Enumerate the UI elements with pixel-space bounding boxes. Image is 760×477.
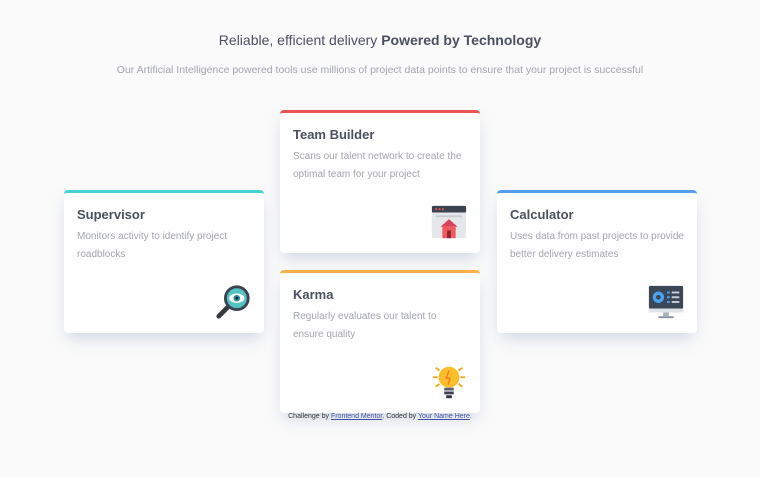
card-text: Regularly evaluates our talent to ensure… — [293, 311, 437, 340]
author-link[interactable]: Your Name Here — [418, 413, 470, 420]
magnifier-eye-icon — [216, 285, 250, 319]
card-title: Team Builder — [293, 127, 375, 142]
page-header: Reliable, efficient delivery Powered by … — [0, 32, 760, 76]
page-title-bold: Powered by Technology — [381, 32, 542, 48]
card-calculator: Calculator Uses data from past projects … — [497, 190, 697, 333]
lightbulb-icon — [432, 366, 466, 399]
card-text: Scans our talent network to create the o… — [293, 151, 462, 180]
attribution-middle: . Coded by — [382, 413, 417, 420]
card-text: Uses data from past projects to provide … — [510, 231, 684, 260]
card-title: Supervisor — [77, 207, 145, 222]
card-text: Monitors activity to identify project ro… — [77, 231, 228, 260]
card-karma: Karma Regularly evaluates our talent to … — [280, 270, 480, 413]
attribution-suffix: . — [469, 413, 472, 420]
page-title-light: Reliable, efficient delivery — [218, 32, 378, 48]
card-supervisor: Supervisor Monitors activity to identify… — [64, 190, 264, 333]
card-title: Karma — [293, 287, 334, 302]
browser-home-icon — [431, 205, 467, 239]
attribution: Challenge by Frontend Mentor. Coded by Y… — [0, 413, 760, 420]
card-title: Calculator — [510, 207, 574, 222]
monitor-chart-icon — [648, 285, 684, 319]
page-title: Reliable, efficient delivery Powered by … — [0, 32, 760, 48]
frontend-mentor-link[interactable]: Frontend Mentor — [331, 413, 382, 420]
card-team-builder: Team Builder Scans our talent network to… — [280, 110, 480, 253]
attribution-prefix: Challenge by — [288, 413, 329, 420]
page-subtitle: Our Artificial Intelligence powered tool… — [116, 64, 644, 76]
